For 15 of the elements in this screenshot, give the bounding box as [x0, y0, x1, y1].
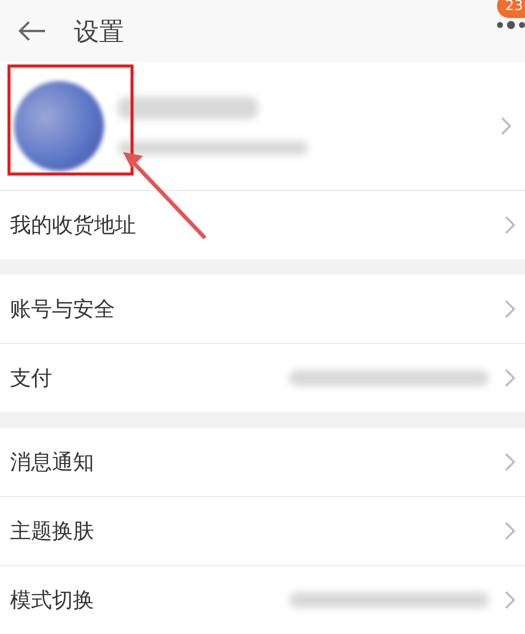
- back-icon[interactable]: [18, 20, 46, 42]
- settings-label[interactable]: 支付: [10, 364, 289, 392]
- settings-label[interactable]: 模式切换: [10, 586, 289, 614]
- chevron-icon: [505, 300, 515, 318]
- chevron-icon: [505, 216, 515, 234]
- chevron-icon: [505, 522, 515, 540]
- chevron-icon: [505, 369, 515, 387]
- settings-label[interactable]: 主题换肤: [10, 517, 489, 545]
- settings-label[interactable]: 账号与安全: [10, 295, 489, 323]
- page-title: 设置: [74, 16, 124, 48]
- avatar[interactable]: [14, 81, 104, 171]
- chevron-icon: [505, 453, 515, 471]
- chevron-icon: [505, 591, 515, 609]
- chevron-icon: [501, 117, 511, 135]
- settings-label[interactable]: 消息通知: [10, 448, 489, 476]
